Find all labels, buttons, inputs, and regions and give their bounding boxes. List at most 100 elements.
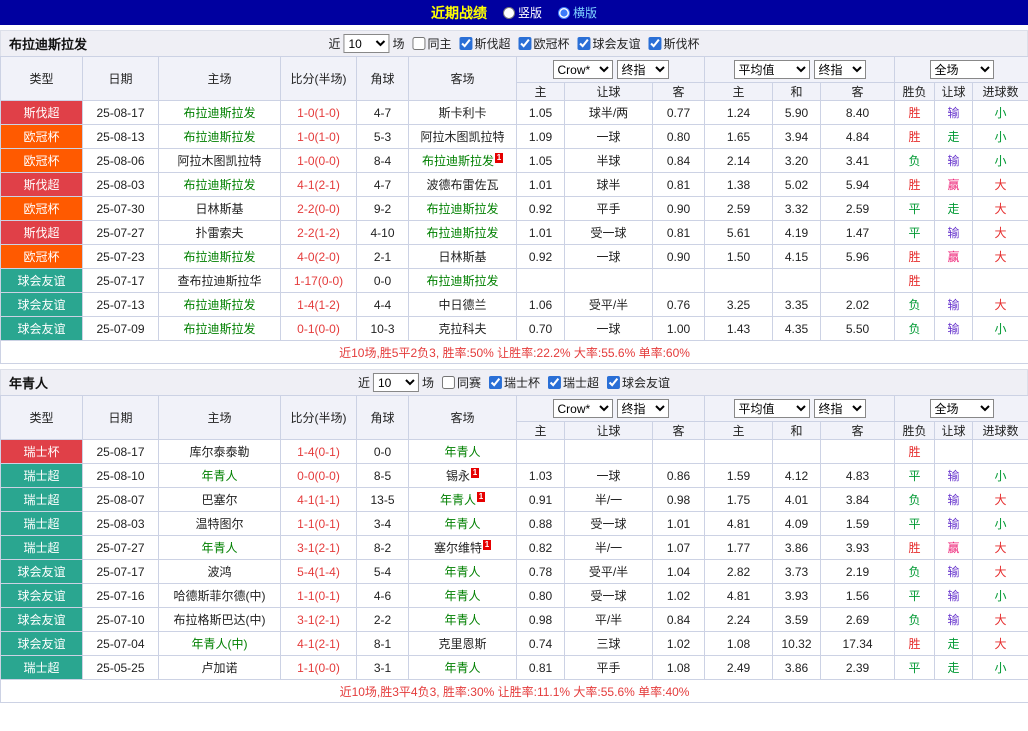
scope-select[interactable]: 全场	[929, 399, 994, 418]
odds-company-select[interactable]: Crow*	[552, 399, 613, 418]
league-filter-checkbox[interactable]	[518, 37, 532, 50]
euro-stage-select[interactable]: 终指	[813, 60, 866, 79]
league-badge: 瑞士超	[0, 511, 83, 536]
recent-count-select[interactable]: 10	[343, 34, 390, 53]
away-team-link[interactable]: 年青人	[444, 445, 480, 459]
league-filter-option[interactable]: 瑞士杯	[489, 374, 540, 391]
page-title: 近期战绩	[430, 4, 487, 21]
away-team-link[interactable]: 布拉迪斯拉发	[426, 226, 498, 240]
scope-select[interactable]: 全场	[929, 60, 994, 79]
result-handicap: 走	[934, 631, 974, 656]
away-team-link[interactable]: 布拉迪斯拉发	[426, 274, 498, 288]
league-filter-checkbox[interactable]	[489, 376, 502, 389]
home-team-link[interactable]: 查布拉迪斯拉华	[177, 274, 261, 288]
away-team-link[interactable]: 年青人	[444, 661, 480, 675]
corner-score: 5-3	[356, 124, 409, 149]
euro-home-odds: 3.25	[704, 292, 774, 317]
same-filter-checkbox[interactable]	[412, 37, 426, 50]
home-team-link[interactable]: 布拉迪斯拉发	[183, 130, 255, 144]
home-team-link[interactable]: 布拉迪斯拉发	[183, 298, 255, 312]
home-team-cell: 布拉迪斯拉发	[158, 124, 281, 149]
away-team-link[interactable]: 日林斯基	[438, 250, 486, 264]
home-team-link[interactable]: 卢加诺	[201, 661, 237, 675]
ah-away-odds: 0.90	[651, 196, 706, 221]
home-team-link[interactable]: 阿拉木图凯拉特	[177, 154, 261, 168]
home-team-link[interactable]: 布拉迪斯拉发	[183, 250, 255, 264]
home-team-cell: 扑雷索夫	[158, 220, 281, 245]
euro-away-odds: 5.50	[820, 316, 896, 341]
league-filter-option[interactable]: 斯伐杯	[648, 35, 700, 52]
league-filter-checkbox[interactable]	[548, 376, 562, 389]
euro-draw-odds: 3.93	[772, 583, 822, 608]
euro-away-odds	[820, 268, 896, 293]
league-filter-option[interactable]: 瑞士超	[548, 374, 599, 391]
odds-stage-select[interactable]: 终指	[616, 399, 669, 418]
result-goals: 小	[972, 655, 1028, 680]
home-team-link[interactable]: 库尔泰泰勒	[189, 445, 249, 459]
home-team-link[interactable]: 年青人(中)	[192, 637, 248, 651]
layout-vertical-option[interactable]: 竖版	[502, 4, 542, 21]
same-filter-option[interactable]: 同主	[412, 35, 451, 52]
away-team-link[interactable]: 克里恩斯	[438, 637, 486, 651]
away-team-link[interactable]: 克拉科夫	[438, 322, 486, 336]
column-header: 客场	[408, 395, 517, 440]
home-team-link[interactable]: 年青人	[201, 541, 237, 555]
home-team-link[interactable]: 布拉格斯巴达(中)	[174, 613, 266, 627]
league-filter-option[interactable]: 欧冠杯	[518, 35, 570, 52]
league-filter-checkbox[interactable]	[648, 37, 662, 50]
league-filter-option[interactable]: 球会友谊	[607, 374, 670, 391]
away-team-link[interactable]: 锡永	[446, 469, 470, 483]
away-team-link[interactable]: 年青人	[440, 493, 476, 507]
odds-stage-select[interactable]: 终指	[616, 60, 669, 79]
layout-horizontal-option[interactable]: 横版	[558, 4, 597, 21]
away-team-link[interactable]: 年青人	[444, 517, 480, 531]
home-team-link[interactable]: 温特图尔	[195, 517, 243, 531]
home-team-link[interactable]: 哈德斯菲尔德(中)	[174, 589, 266, 603]
result-outcome: 胜	[894, 439, 936, 464]
league-badge: 球会友谊	[0, 631, 83, 656]
away-team-link[interactable]: 年青人	[444, 613, 480, 627]
sub-column-header: 和	[772, 421, 822, 440]
away-team-cell: 布拉迪斯拉发	[408, 268, 517, 293]
league-filter-option[interactable]: 斯伐超	[459, 35, 511, 52]
away-team-link[interactable]: 年青人	[444, 565, 480, 579]
same-filter-option[interactable]: 同赛	[441, 374, 481, 391]
same-filter-checkbox[interactable]	[441, 376, 455, 389]
vertical-radio[interactable]	[502, 6, 515, 19]
away-team-link[interactable]: 中日德兰	[438, 298, 486, 312]
games-label: 场	[392, 37, 405, 51]
league-filter-checkbox[interactable]	[459, 37, 473, 50]
home-team-link[interactable]: 布拉迪斯拉发	[183, 322, 255, 336]
league-filter-checkbox[interactable]	[577, 37, 591, 50]
league-filter-option[interactable]: 球会友谊	[577, 35, 641, 52]
sub-column-header: 胜负	[894, 82, 936, 101]
horizontal-radio[interactable]	[558, 6, 570, 19]
odds-company-select[interactable]: Crow*	[552, 60, 613, 79]
home-team-link[interactable]: 布拉迪斯拉发	[183, 106, 255, 120]
ah-away-odds: 0.80	[651, 124, 706, 149]
euro-company-select[interactable]: 平均值	[733, 60, 810, 79]
away-team-link[interactable]: 塞尔维特	[434, 541, 482, 555]
corner-score: 2-2	[356, 607, 409, 632]
match-row: 斯伐超 25-08-17 布拉迪斯拉发 1-0(1-0) 4-7 斯卡利卡 1.05 球半/两…	[0, 100, 1028, 125]
home-team-link[interactable]: 日林斯基	[195, 202, 243, 216]
away-team-link[interactable]: 布拉迪斯拉发	[426, 202, 498, 216]
home-team-link[interactable]: 波鸿	[207, 565, 231, 579]
euro-stage-select[interactable]: 终指	[813, 399, 866, 418]
ah-away-odds: 0.86	[651, 463, 706, 488]
league-badge: 欧冠杯	[0, 244, 83, 269]
column-header: 主场	[158, 395, 281, 440]
home-team-link[interactable]: 布拉迪斯拉发	[183, 178, 255, 192]
recent-count-select[interactable]: 10	[372, 373, 419, 392]
match-score: 1-4(1-2)	[280, 292, 357, 317]
euro-company-select[interactable]: 平均值	[733, 399, 810, 418]
away-team-link[interactable]: 年青人	[444, 589, 480, 603]
home-team-link[interactable]: 扑雷索夫	[195, 226, 243, 240]
away-team-link[interactable]: 布拉迪斯拉发	[422, 154, 494, 168]
league-filter-checkbox[interactable]	[607, 376, 621, 389]
away-team-link[interactable]: 斯卡利卡	[438, 106, 486, 120]
home-team-link[interactable]: 年青人	[201, 469, 237, 483]
away-team-link[interactable]: 波德布雷佐瓦	[426, 178, 498, 192]
away-team-link[interactable]: 阿拉木图凯拉特	[420, 130, 504, 144]
home-team-link[interactable]: 巴塞尔	[201, 493, 237, 507]
